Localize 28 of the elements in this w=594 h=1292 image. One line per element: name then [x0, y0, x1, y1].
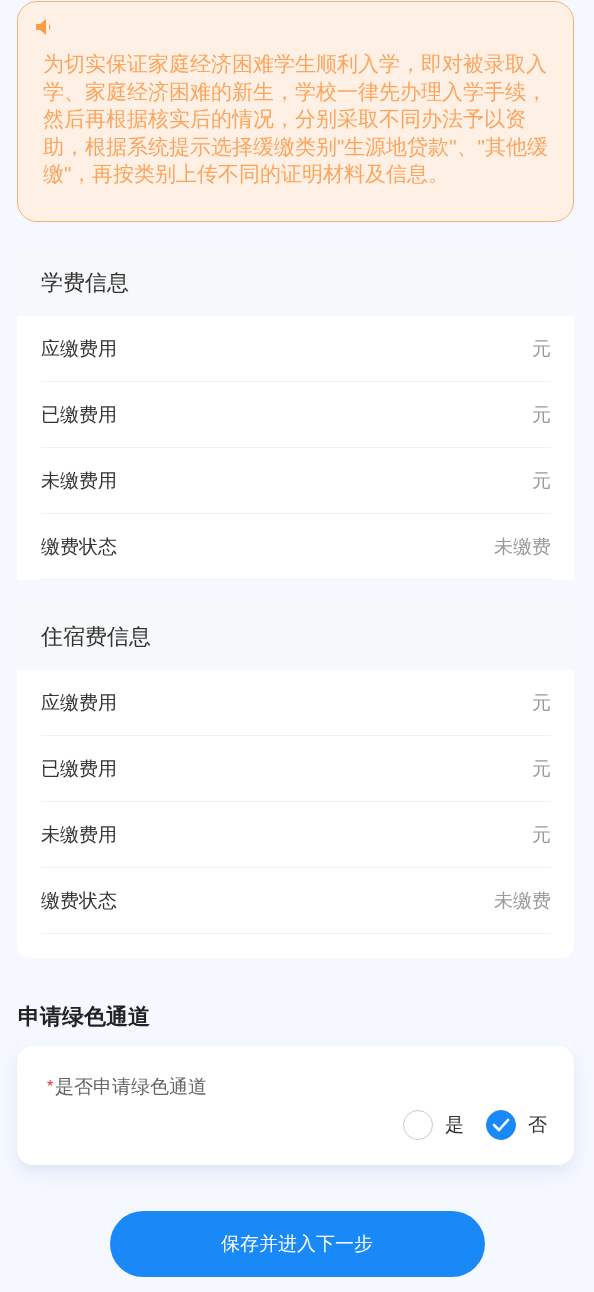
radio-button[interactable]: [486, 1110, 516, 1140]
row-label: 未缴费用: [41, 822, 117, 847]
required-mark: *: [47, 1078, 54, 1096]
section-heading: 申请绿色通道: [18, 1003, 151, 1031]
row-value: 元: [532, 756, 551, 781]
save-next-button[interactable]: 保存并进入下一步: [109, 1211, 485, 1277]
notice-text: 为切实保证家庭经济困难学生顺利入学，即对被录取入学、家庭经济困难的新生，学校一律先办理入学手续，然后再根据核实后的情况，分别采取不同办法予以资助，根据系统提示选择缓缴类别"生源地贷款"、"其他缓缴"，再按类别上传不同的证明材料及信息。: [43, 51, 549, 187]
row-label: 缴费状态: [41, 888, 117, 913]
check-icon: [492, 1118, 510, 1132]
row-value: 未缴费: [494, 888, 551, 913]
row-label: 缴费状态: [41, 534, 117, 559]
radio-label[interactable]: 是: [445, 1112, 464, 1138]
row-value: 元: [532, 822, 551, 847]
question-label: 是否申请绿色通道: [55, 1075, 208, 1099]
row-value: 元: [532, 468, 551, 493]
row-value: 未缴费: [494, 534, 551, 559]
section-title: 学费信息: [41, 269, 129, 297]
row-label: 应缴费用: [41, 336, 117, 361]
radio-label[interactable]: 否: [528, 1112, 547, 1138]
row-value: 元: [532, 336, 551, 361]
row-label: 已缴费用: [41, 756, 117, 781]
row-value: 元: [532, 402, 551, 427]
row-label: 已缴费用: [41, 402, 117, 427]
row-label: 未缴费用: [41, 468, 117, 493]
row-value: 元: [532, 690, 551, 715]
radio-button[interactable]: [403, 1110, 433, 1140]
section-title: 住宿费信息: [41, 623, 151, 651]
row-label: 应缴费用: [41, 690, 117, 715]
